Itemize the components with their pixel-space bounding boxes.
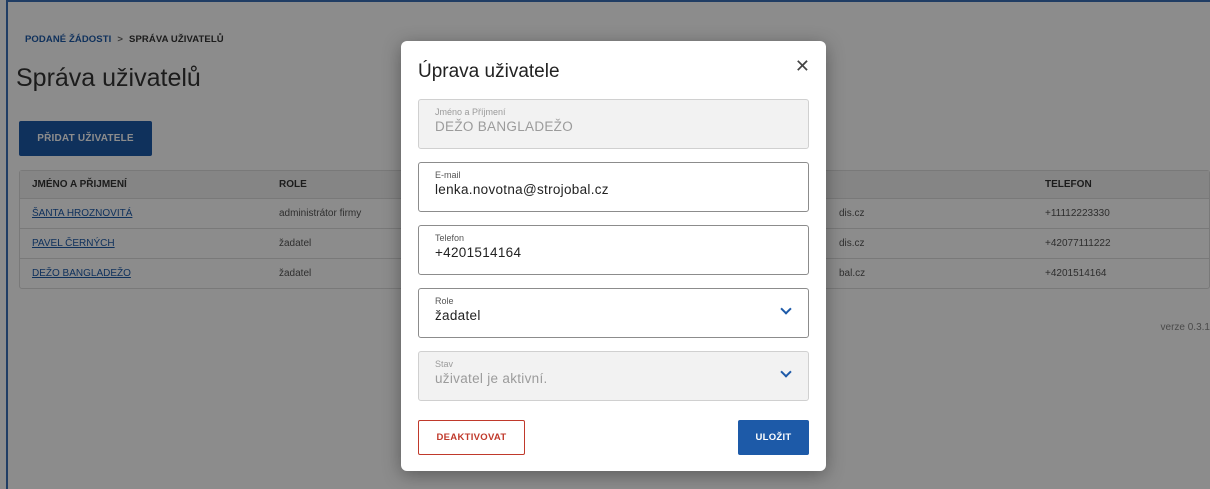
name-field-value: DEŽO BANGLADEŽO bbox=[435, 119, 574, 134]
name-field: Jméno a Příjmení DEŽO BANGLADEŽO bbox=[418, 99, 809, 149]
status-select-value: uživatel je aktivní. bbox=[435, 371, 548, 386]
phone-field-value[interactable]: +4201514164 bbox=[435, 245, 808, 260]
email-field-label: E-mail bbox=[435, 170, 461, 180]
name-field-label: Jméno a Příjmení bbox=[435, 107, 506, 117]
edit-user-dialog: Úprava uživatele ✕ Jméno a Příjmení DEŽO… bbox=[401, 41, 826, 471]
role-select-value[interactable]: žadatel bbox=[435, 308, 808, 323]
save-button[interactable]: ULOŽIT bbox=[738, 420, 809, 455]
status-select: Stav uživatel je aktivní. bbox=[418, 351, 809, 401]
phone-field-label: Telefon bbox=[435, 233, 465, 243]
role-select[interactable]: Role žadatel bbox=[418, 288, 809, 338]
dialog-title: Úprava uživatele bbox=[418, 61, 560, 82]
email-field[interactable]: E-mail lenka.novotna@strojobal.cz bbox=[418, 162, 809, 212]
role-select-label: Role bbox=[435, 296, 454, 306]
deactivate-button[interactable]: DEAKTIVOVAT bbox=[418, 420, 525, 455]
phone-field[interactable]: Telefon +4201514164 bbox=[418, 225, 809, 275]
status-select-label: Stav bbox=[435, 359, 454, 369]
email-field-value[interactable]: lenka.novotna@strojobal.cz bbox=[435, 182, 808, 197]
close-icon[interactable]: ✕ bbox=[795, 56, 810, 77]
